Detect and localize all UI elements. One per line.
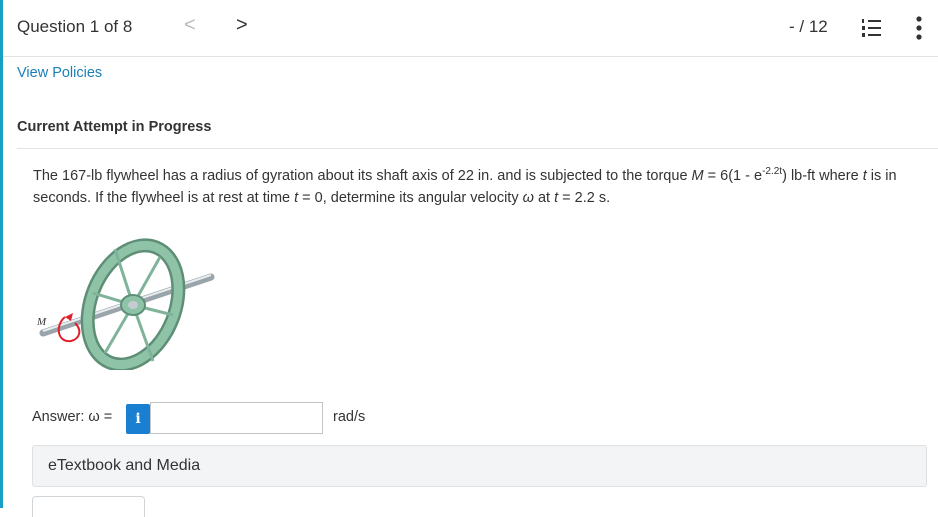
question-counter: Question 1 of 8 xyxy=(17,17,133,36)
info-button[interactable]: i xyxy=(126,404,150,434)
partial-button[interactable] xyxy=(32,496,145,517)
view-policies-link[interactable]: View Policies xyxy=(17,65,102,81)
answer-label: Answer: ω = xyxy=(32,409,113,425)
answer-unit: rad/s xyxy=(333,409,366,425)
question-header: Question 1 of 8 < > - / 12 xyxy=(3,0,938,57)
more-options-icon[interactable] xyxy=(915,15,923,41)
answer-input[interactable] xyxy=(150,402,323,434)
question-text: The 167-lb flywheel has a radius of gyra… xyxy=(33,166,897,206)
flywheel-figure: M xyxy=(36,238,215,370)
etextbook-media-label: eTextbook and Media xyxy=(48,457,201,474)
attempt-heading: Current Attempt in Progress xyxy=(17,119,212,135)
previous-question-button[interactable]: < xyxy=(184,14,196,37)
left-accent-stripe xyxy=(0,0,3,508)
next-question-button[interactable]: > xyxy=(236,14,248,37)
question-list-icon[interactable] xyxy=(860,17,882,39)
etextbook-media-button[interactable]: eTextbook and Media xyxy=(32,445,927,487)
question-panel: The 167-lb flywheel has a radius of gyra… xyxy=(17,148,938,517)
torque-label: M xyxy=(36,316,47,328)
score-display: - / 12 xyxy=(789,17,828,36)
